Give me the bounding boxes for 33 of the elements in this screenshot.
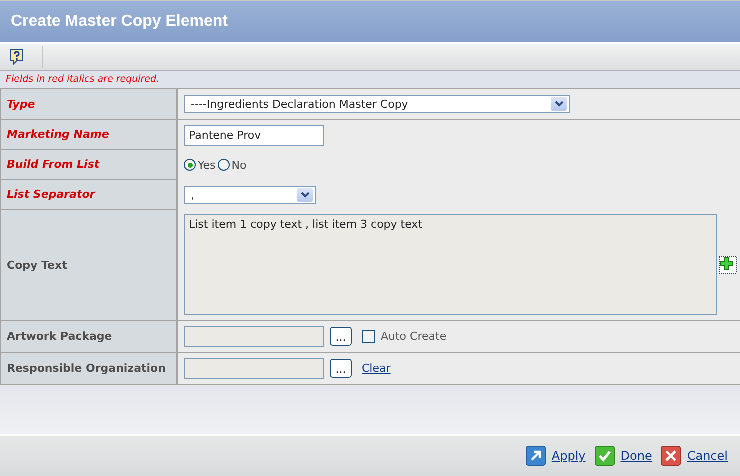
radio-label: No — [232, 158, 247, 172]
field-label: Type — [1, 89, 178, 119]
add-icon[interactable] — [719, 256, 737, 274]
radio-button[interactable] — [218, 159, 230, 171]
browse-button[interactable]: ... — [330, 327, 352, 346]
checkmark-icon[interactable] — [594, 446, 615, 466]
input-field[interactable] — [184, 326, 324, 347]
close-icon[interactable] — [661, 446, 682, 466]
checkbox[interactable] — [362, 330, 375, 343]
field-label: Marketing Name — [1, 120, 178, 149]
radio-label: Yes — [198, 158, 216, 172]
field-label: List Separator — [1, 180, 178, 209]
checkbox-label: Auto Create — [381, 330, 447, 343]
window-title: Create Master Copy Element — [0, 0, 740, 42]
input-field[interactable] — [184, 358, 324, 379]
dropdown-field[interactable]: , — [184, 186, 316, 204]
action-link[interactable]: Done — [620, 449, 652, 463]
clear-link[interactable]: Clear — [362, 362, 391, 375]
chevron-down-icon — [300, 192, 310, 198]
field-label: Responsible Organization — [1, 353, 178, 384]
field-label: Build From List — [1, 150, 178, 179]
copy-text-area[interactable]: List item 1 copy text , list item 3 copy text — [184, 214, 717, 315]
radio-button[interactable] — [184, 159, 196, 171]
required-note: Fields in red italics are required. — [0, 71, 740, 89]
text-field[interactable]: Pantene Prov — [184, 124, 324, 146]
action-link[interactable]: Cancel — [687, 449, 728, 463]
action-link[interactable]: Apply — [552, 449, 586, 463]
dropdown-field[interactable]: ----Ingredients Declaration Master Copy — [184, 95, 570, 113]
help-icon[interactable] — [10, 49, 24, 65]
field-label: Artwork Package — [1, 321, 178, 352]
field-label: Copy Text — [1, 210, 178, 320]
chevron-down-icon — [554, 101, 564, 107]
browse-button[interactable]: ... — [330, 359, 352, 378]
